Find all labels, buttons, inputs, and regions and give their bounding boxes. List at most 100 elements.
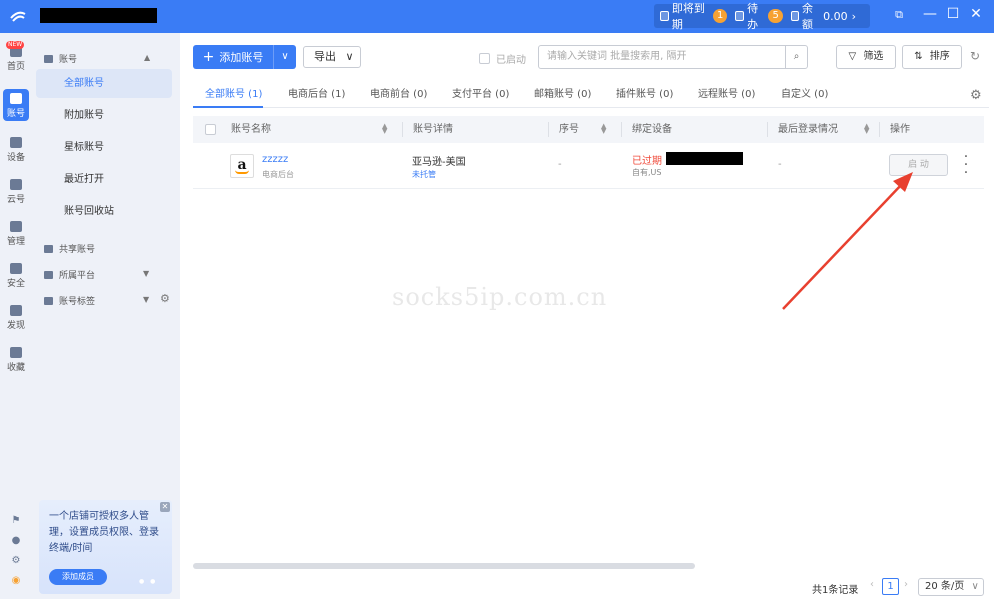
rail-item-device[interactable]: 设备 <box>0 137 32 163</box>
chevron-up-icon[interactable]: ▲ <box>144 53 150 62</box>
account-detail: 亚马逊-美国 <box>412 157 466 168</box>
total-records: 共1条记录 <box>812 585 859 596</box>
sort-button[interactable]: ⇅ 排序 <box>902 45 962 69</box>
app-logo-icon <box>10 11 26 22</box>
maximize-button[interactable]: ☐ <box>943 6 963 22</box>
close-button[interactable]: ✕ <box>966 6 986 22</box>
coin-icon[interactable]: ◉ <box>0 575 32 586</box>
started-checkbox[interactable] <box>479 53 490 64</box>
export-button[interactable]: 导出 ∨ <box>303 46 361 68</box>
account-name-link[interactable]: zzzzz <box>262 154 288 165</box>
cloud-icon <box>10 179 22 190</box>
sort-icon[interactable]: ▲ ▼ <box>382 123 387 135</box>
minimize-button[interactable]: — <box>920 6 940 22</box>
sidebar-group-shared[interactable]: 共享账号 <box>44 242 95 255</box>
expiring-item[interactable]: 即将到期 1 <box>660 0 728 32</box>
header-last-login[interactable]: 最后登录情况 <box>778 116 838 143</box>
launch-button[interactable]: 启 动 <box>889 154 948 176</box>
sidebar-group-tags[interactable]: 账号标签 <box>44 294 95 307</box>
header-account-name[interactable]: 账号名称 <box>231 116 271 143</box>
chevron-down-icon[interactable]: ▼ <box>143 269 149 278</box>
rail-label: 安全 <box>6 279 25 289</box>
sidebar-item-recent[interactable]: 最近打开 <box>36 165 172 194</box>
prev-page-icon[interactable]: ‹ <box>870 579 874 590</box>
rail-item-account[interactable]: 账号 <box>3 89 29 121</box>
tab-remote[interactable]: 远程账号 (0) <box>698 82 755 108</box>
sidebar-group-platform[interactable]: 所属平台 <box>44 268 95 281</box>
sort-icon[interactable]: ▲ ▼ <box>864 123 869 135</box>
rail-item-home[interactable]: NEW 首页 <box>0 41 32 72</box>
horizontal-scrollbar[interactable] <box>193 563 695 569</box>
rail-item-manage[interactable]: 管理 <box>0 221 32 247</box>
sidebar-item-starred[interactable]: 星标账号 <box>36 133 172 162</box>
tab-payment[interactable]: 支付平台 (0) <box>452 82 509 108</box>
redacted-title <box>40 8 157 23</box>
chevron-down-icon[interactable]: ▼ <box>143 295 149 304</box>
todo-item[interactable]: 待办 5 <box>735 0 783 32</box>
add-account-button[interactable]: + 添加账号 <box>193 45 273 69</box>
tab-all[interactable]: 全部账号 (1) <box>205 82 262 108</box>
header-seq[interactable]: 序号 <box>559 116 579 143</box>
balance-item[interactable]: 余额 0.00 › <box>790 0 856 32</box>
chevron-down-icon: ∨ <box>345 50 354 63</box>
rail-label: 发现 <box>6 321 25 331</box>
column-settings-icon[interactable]: ⚙ <box>970 88 982 103</box>
discover-icon <box>10 305 22 316</box>
account-icon <box>10 93 22 104</box>
sidebar-item-all[interactable]: 全部账号 <box>36 69 172 98</box>
next-page-icon[interactable]: › <box>904 579 908 590</box>
expiring-label: 即将到期 <box>671 2 705 31</box>
promo-text: 一个店铺可授权多人管理，设置成员权限、登录终端/时间 <box>49 511 159 554</box>
hosting-status-link[interactable]: 未托管 <box>412 169 436 180</box>
table-header: 账号名称 ▲ ▼ 账号详情 序号 ▲ ▼ 绑定设备 最后登录情况 ▲ ▼ 操作 <box>193 116 984 143</box>
account-group-icon <box>44 54 53 63</box>
add-account-dropdown[interactable]: ∨ <box>273 45 296 69</box>
started-filter[interactable]: 已启动 <box>479 51 526 66</box>
pin-icon[interactable]: ⧉ <box>889 8 909 22</box>
device-status: 已过期 <box>632 156 662 167</box>
current-page-button[interactable]: 1 <box>882 578 899 595</box>
sidebar-item-recycle[interactable]: 账号回收站 <box>36 197 172 226</box>
gear-icon[interactable]: ⚙ <box>160 292 170 305</box>
tab-custom[interactable]: 自定义 (0) <box>781 82 828 108</box>
rail-item-cloud[interactable]: 云号 <box>0 179 32 205</box>
filter-icon: ▽ <box>848 51 857 62</box>
settings-icon[interactable]: ⚙ <box>0 555 32 566</box>
device-icon <box>10 137 22 148</box>
rail-item-favorite[interactable]: 收藏 <box>0 347 32 373</box>
rail-item-security[interactable]: 安全 <box>0 263 32 289</box>
page-size-select[interactable]: 20 条/页 ∨ <box>918 578 984 596</box>
header-device[interactable]: 绑定设备 <box>632 116 672 143</box>
status-pill[interactable]: 即将到期 1 待办 5 余额 0.00 › <box>654 2 870 31</box>
sidebar-item-additional[interactable]: 附加账号 <box>36 101 172 130</box>
main-content: + 添加账号 ∨ 导出 ∨ 已启动 请输入关键词 批量搜索用, 隔开 ⌕ ▽ 筛… <box>180 33 994 599</box>
search-input[interactable]: 请输入关键词 批量搜索用, 隔开 ⌕ <box>538 45 808 69</box>
todo-count-badge: 5 <box>768 9 783 23</box>
active-tab-indicator <box>193 106 263 108</box>
rail-item-discover[interactable]: 发现 <box>0 305 32 331</box>
tab-plugin[interactable]: 插件账号 (0) <box>616 82 673 108</box>
amazon-logo-icon: a <box>230 154 254 178</box>
last-login-value: - <box>778 159 782 170</box>
header-account-detail[interactable]: 账号详情 <box>413 116 453 143</box>
bell-icon[interactable]: ● <box>0 535 32 546</box>
refresh-icon[interactable]: ↻ <box>970 49 980 63</box>
add-member-button[interactable]: 添加成员 <box>49 569 107 585</box>
tab-ecom-backend[interactable]: 电商后台 (1) <box>288 82 345 108</box>
network-icon[interactable]: ⚑ <box>0 515 32 526</box>
more-options-icon[interactable]: · · · <box>963 150 969 180</box>
sidebar-group-accounts[interactable]: 账号 <box>44 52 77 65</box>
watermark: socks5ip.com.cn <box>392 283 608 311</box>
table-row[interactable]: a zzzzz 电商后台 亚马逊-美国 未托管 - 已过期 自有,US - 启 … <box>193 143 984 189</box>
filter-button[interactable]: ▽ 筛选 <box>836 45 896 69</box>
search-icon[interactable]: ⌕ <box>785 46 807 68</box>
select-all-checkbox[interactable] <box>205 124 216 135</box>
rail-label: 收藏 <box>6 363 25 373</box>
carousel-dots[interactable]: ● ● <box>139 578 157 585</box>
export-label: 导出 <box>314 50 336 63</box>
tab-ecom-frontend[interactable]: 电商前台 (0) <box>370 82 427 108</box>
tab-email[interactable]: 邮箱账号 (0) <box>534 82 591 108</box>
sort-icon[interactable]: ▲ ▼ <box>601 123 606 135</box>
sidebar: 账号 ▲ 全部账号 附加账号 星标账号 最近打开 账号回收站 共享账号 所属平台… <box>32 33 180 599</box>
rail-label: 首页 <box>6 62 25 72</box>
